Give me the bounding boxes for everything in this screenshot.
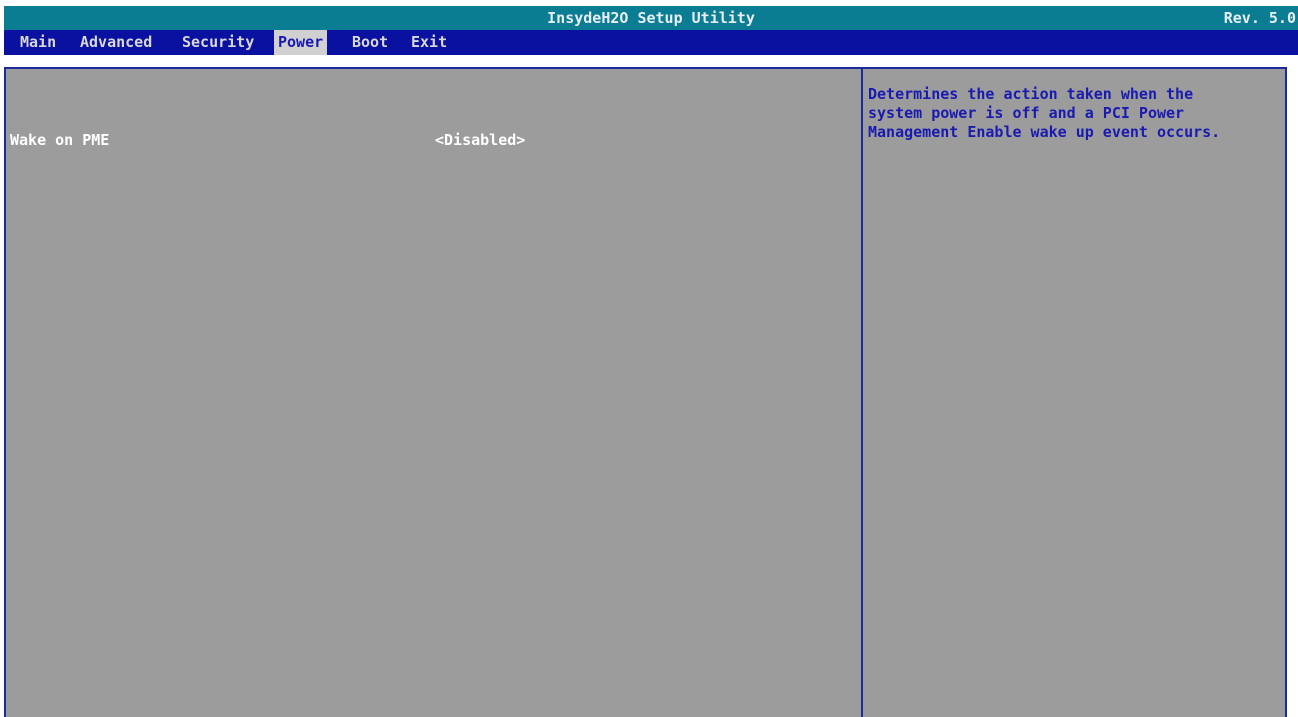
setting-wake-on-pme-value[interactable]: <Disabled>: [435, 131, 525, 149]
app-title: InsydeH2O Setup Utility: [547, 9, 755, 27]
revision-label: Rev. 5.0: [1223, 9, 1296, 27]
help-text-line: Management Enable wake up event occurs.: [868, 123, 1221, 141]
help-text-line: system power is off and a PCI Power: [868, 104, 1185, 122]
menu-main[interactable]: Main: [16, 30, 60, 55]
menu-bar: Main Advanced Security Power Boot Exit: [4, 30, 1298, 55]
title-bar: InsydeH2O Setup Utility Rev. 5.0: [4, 6, 1298, 30]
menu-power[interactable]: Power: [274, 30, 328, 55]
menu-gap: [4, 55, 1298, 67]
help-panel: Determines the action taken when the sys…: [868, 85, 1280, 142]
bios-screen: InsydeH2O Setup Utility Rev. 5.0 Main Ad…: [0, 0, 1298, 717]
menu-security[interactable]: Security: [178, 30, 258, 55]
menu-advanced[interactable]: Advanced: [76, 30, 156, 55]
menu-boot[interactable]: Boot: [348, 30, 392, 55]
help-text-line: Determines the action taken when the: [868, 85, 1194, 103]
panel-divider: [861, 67, 863, 717]
setting-wake-on-pme-label[interactable]: Wake on PME: [10, 131, 109, 149]
settings-panel: [4, 67, 1298, 717]
right-margin: [1287, 67, 1298, 717]
menu-exit[interactable]: Exit: [407, 30, 451, 55]
